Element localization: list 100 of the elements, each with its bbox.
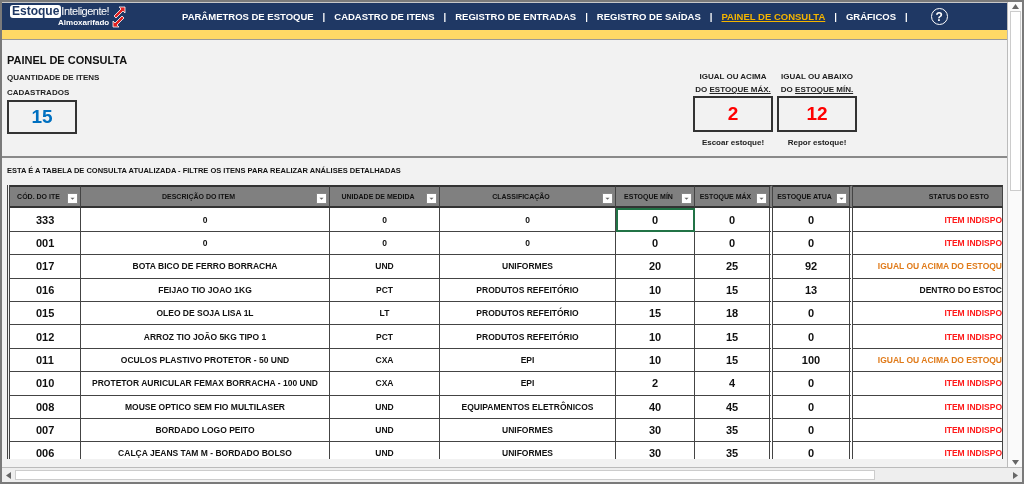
table-cell: PCT: [330, 278, 440, 302]
nav-separator: |: [834, 11, 837, 22]
table-cell: PROTETOR AURICULAR FEMAX BORRACHA - 100 UND: [81, 372, 330, 396]
nav-link[interactable]: PAINEL DE CONSULTA: [721, 11, 826, 22]
alert-label: IGUAL OU ACIMA DO ESTOQUE MÁX.: [695, 71, 771, 96]
filter-dropdown-icon[interactable]: [426, 193, 437, 205]
scroll-up-icon[interactable]: [1011, 4, 1019, 9]
table-cell: PRODUTOS REFEITÓRIO: [440, 301, 616, 326]
filter-dropdown-icon[interactable]: [756, 193, 767, 205]
status-cell: ITEM INDISPO: [853, 231, 1003, 256]
alert-label: IGUAL OU ABAIXO DO ESTOQUE MÍN.: [780, 71, 854, 96]
alert-caption: Escoar estoque!: [701, 138, 765, 147]
table-cell: OLEO DE SOJA LISA 1L: [81, 301, 330, 326]
nav-link[interactable]: CADASTRO DE ITENS: [334, 11, 435, 22]
status-cell: DENTRO DO ESTOC: [853, 278, 1003, 302]
table-cell: 0: [616, 208, 695, 232]
table-cell: 0: [330, 208, 440, 232]
filter-dropdown-icon[interactable]: [316, 193, 327, 205]
alert-caption: Repor estoque!: [787, 138, 847, 147]
table-cell: UND: [330, 395, 440, 419]
filter-dropdown-icon[interactable]: [602, 193, 613, 205]
table-cell: UND: [330, 418, 440, 443]
table-cell: PRODUTOS REFEITÓRIO: [440, 278, 616, 302]
status-cell: ITEM INDISPO: [853, 301, 1003, 326]
nav-link[interactable]: REGISTRO DE ENTRADAS: [455, 11, 577, 22]
table-cell: 0: [81, 208, 330, 232]
table-cell: 0: [773, 395, 853, 419]
logo-text: Inteligente!: [61, 5, 110, 18]
table-cell: 006: [10, 442, 81, 459]
table-cell: 40: [616, 395, 695, 419]
status-cell: ITEM INDISPO: [853, 395, 1003, 419]
table-cell: 0: [773, 325, 853, 349]
table-cell: 017: [10, 255, 81, 279]
table-cell: 35: [695, 442, 773, 459]
nav-separator: |: [709, 11, 713, 22]
page-title: PAINEL DE CONSULTA: [7, 54, 129, 66]
table-cell: 0: [773, 208, 853, 232]
table-cell: 0: [440, 208, 616, 232]
horizontal-scrollbar[interactable]: [2, 467, 1022, 482]
table-cell: 0: [616, 231, 695, 256]
table-cell: EQUIPAMENTOS ELETRÔNICOS: [440, 395, 616, 419]
table-cell: 15: [695, 278, 773, 302]
table-cell: 13: [773, 278, 853, 302]
logo-subtitle: Almoxarifado: [58, 18, 110, 28]
kpi-label: QUANTIDADE DE ITENS CADASTRADOS: [7, 72, 100, 99]
table-cell: 0: [773, 442, 853, 459]
table-cell: 016: [10, 278, 81, 302]
table-cell: BORDADO LOGO PEITO: [81, 418, 330, 443]
arrows-icon: [112, 5, 127, 28]
nav-link[interactable]: REGISTRO DE SAÍDAS: [596, 11, 701, 22]
table-cell: UNIFORMES: [440, 418, 616, 443]
nav-link[interactable]: GRÁFICOS: [845, 11, 897, 22]
table-cell: 015: [10, 301, 81, 326]
table-cell: 0: [773, 418, 853, 443]
nav-separator: |: [322, 11, 326, 22]
scroll-right-icon[interactable]: [1013, 471, 1018, 479]
table-cell: 011: [10, 348, 81, 373]
table-cell: 25: [695, 255, 773, 279]
table-cell: 008: [10, 395, 81, 419]
filter-dropdown-icon[interactable]: [681, 193, 692, 205]
table-cell: 18: [695, 301, 773, 326]
table-cell: EPI: [440, 348, 616, 373]
alert-value: 12: [777, 96, 857, 132]
table-cell: 15: [616, 301, 695, 326]
filter-dropdown-icon[interactable]: [836, 193, 847, 205]
table-cell: 15: [695, 325, 773, 349]
nav-link[interactable]: PARÂMETROS DE ESTOQUE: [182, 11, 314, 22]
table-cell: 0: [81, 231, 330, 256]
vertical-scrollbar[interactable]: [1007, 2, 1022, 468]
table-cell: 35: [695, 418, 773, 443]
filter-dropdown-icon[interactable]: [67, 193, 78, 205]
logo-text: Estoque: [10, 5, 62, 18]
table-cell: 30: [616, 442, 695, 459]
table-cell: CXA: [330, 348, 440, 373]
table-cell: UNIFORMES: [440, 442, 616, 459]
table-cell: UNIFORMES: [440, 255, 616, 279]
table-cell: 15: [695, 348, 773, 373]
table-cell: 0: [773, 231, 853, 256]
table-cell: BOTA BICO DE FERRO BORRACHA: [81, 255, 330, 279]
table-cell: 0: [330, 231, 440, 256]
table-cell: 20: [616, 255, 695, 279]
nav-separator: |: [585, 11, 588, 22]
scroll-left-icon[interactable]: [6, 471, 11, 479]
nav-separator: |: [443, 11, 447, 22]
table-cell: 0: [440, 231, 616, 256]
status-cell: ITEM INDISPO: [853, 325, 1003, 349]
kpi-value: 15: [7, 100, 77, 134]
alert-value: 2: [693, 96, 773, 132]
table-cell: 92: [773, 255, 853, 279]
status-cell: ITEM INDISPO: [853, 442, 1003, 459]
table-cell: MOUSE OPTICO SEM FIO MULTILASER: [81, 395, 330, 419]
status-cell: IGUAL OU ACIMA DO ESTOQU: [853, 348, 1003, 373]
table-cell: 0: [773, 301, 853, 326]
table-cell: UND: [330, 442, 440, 459]
table-cell: EPI: [440, 372, 616, 396]
status-cell: ITEM INDISPO: [853, 208, 1003, 232]
table-cell: 333: [10, 208, 81, 232]
table-cell: ARROZ TIO JOÃO 5KG TIPO 1: [81, 325, 330, 349]
table-cell: 10: [616, 348, 695, 373]
table-cell: CALÇA JEANS TAM M - BORDADO BOLSO: [81, 442, 330, 459]
